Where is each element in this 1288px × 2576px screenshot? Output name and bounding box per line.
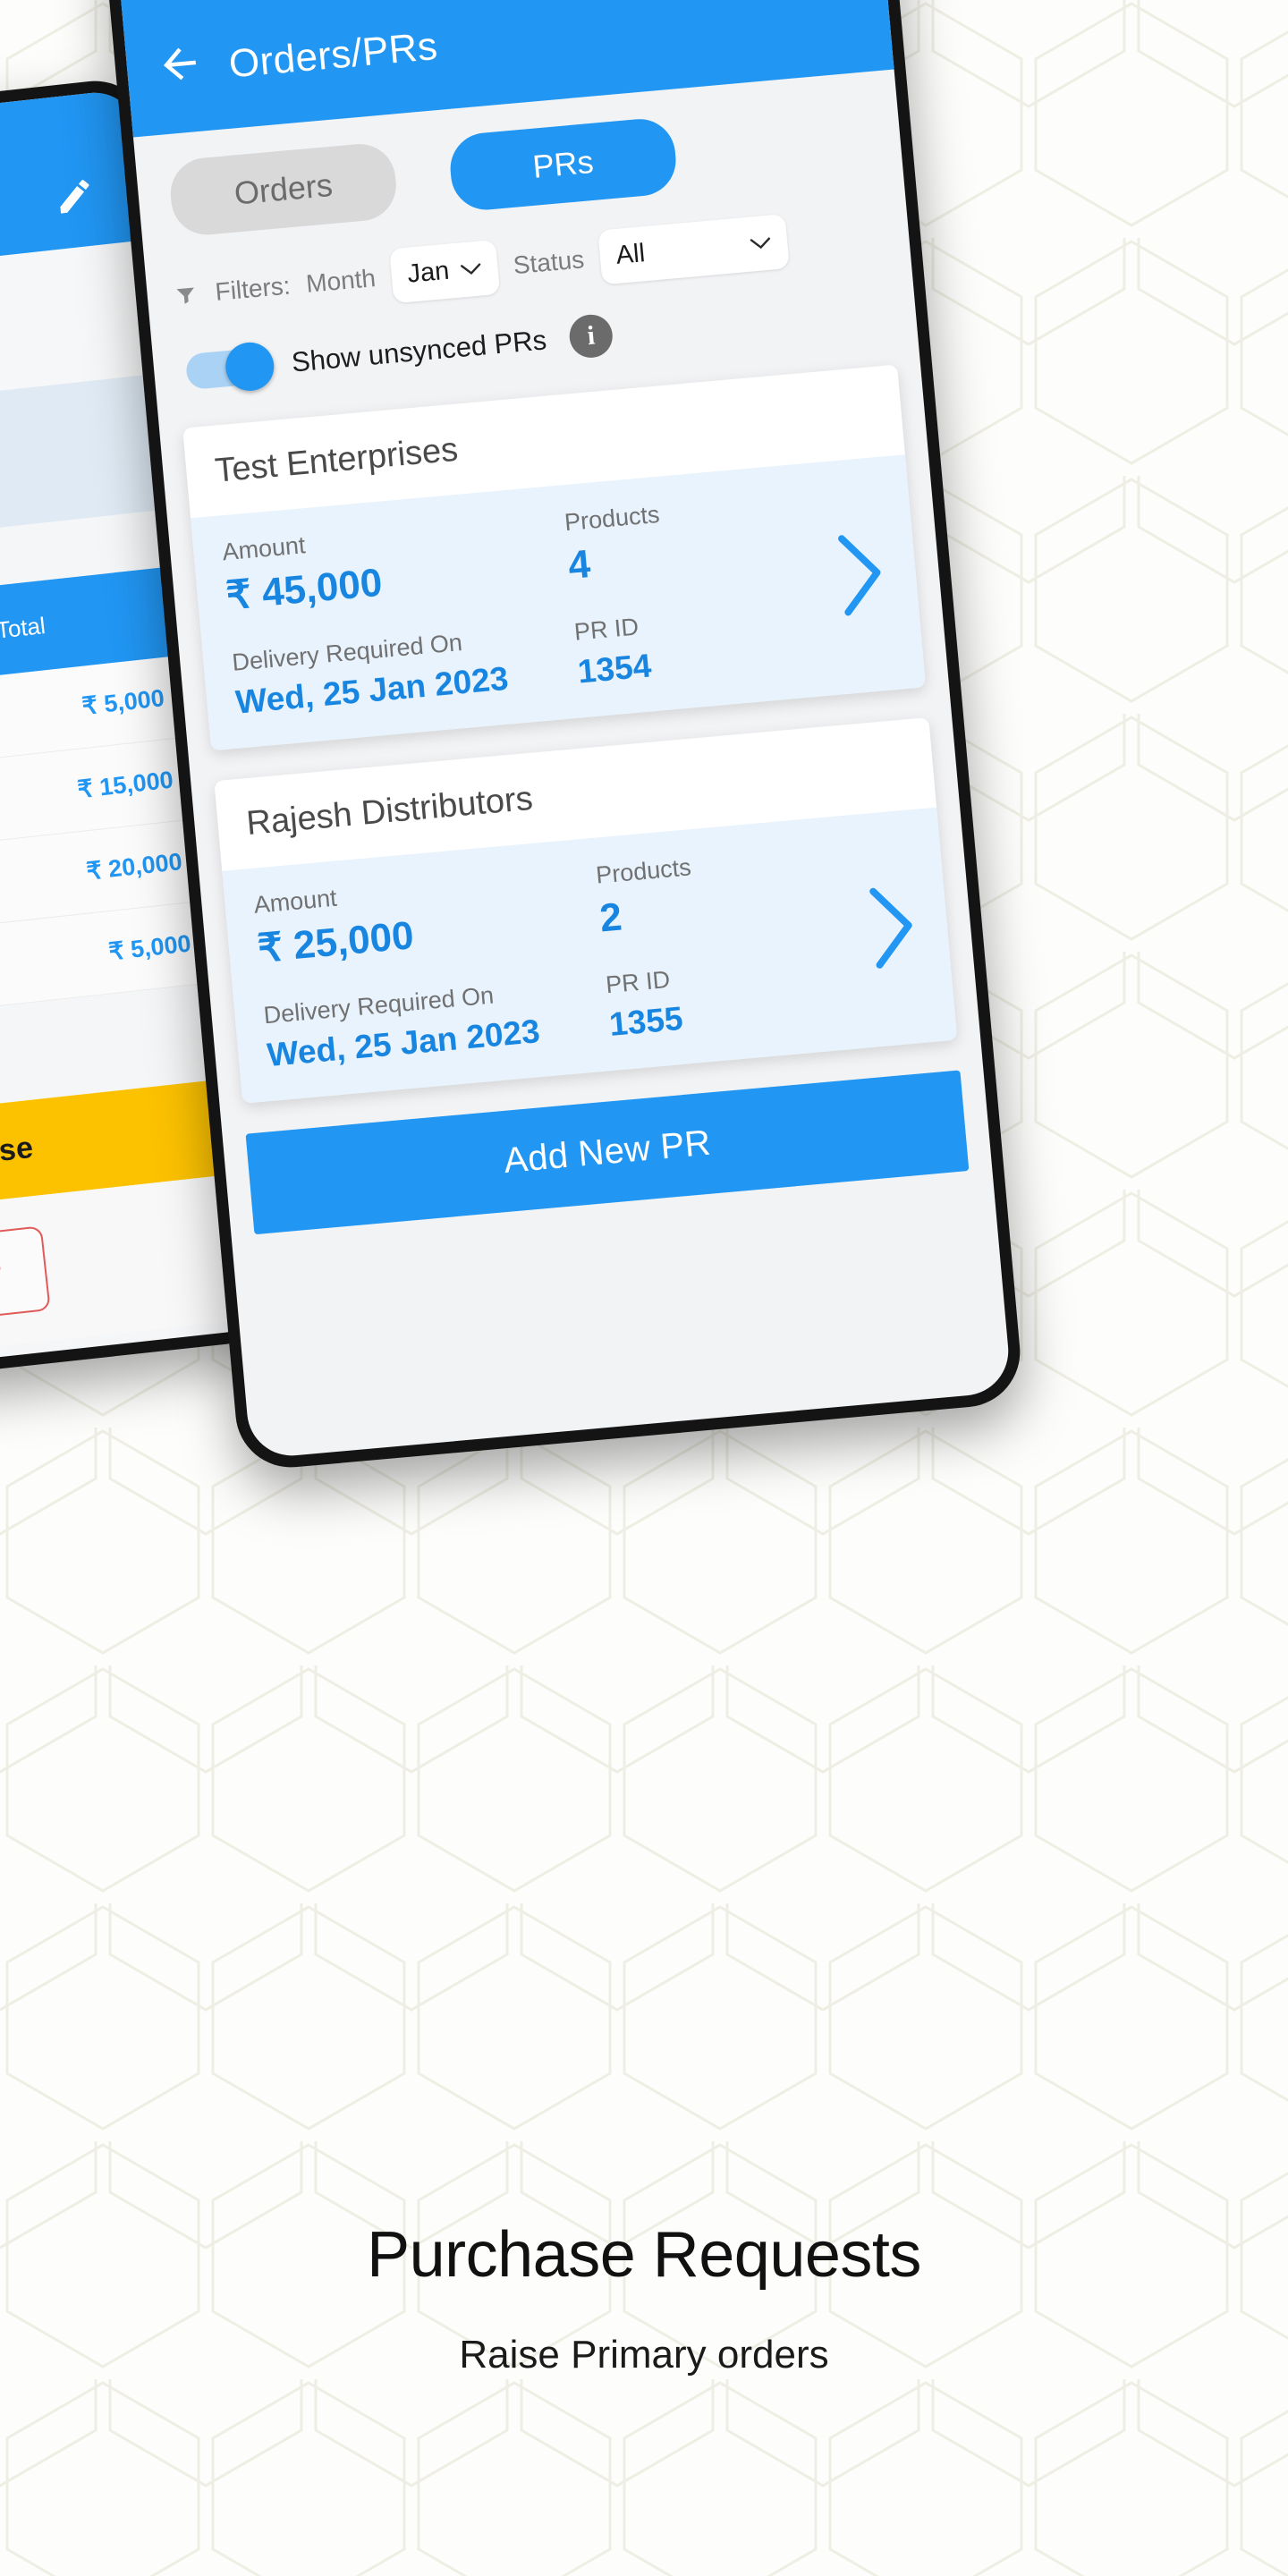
filters-label: Filters: xyxy=(214,271,292,306)
status-dropdown[interactable]: All xyxy=(597,214,790,285)
right-phone-screen: Orders/PRs Orders PRs Filters: Month Jan xyxy=(114,0,1013,1460)
pr-right-column: Products 2 PR ID 1355 xyxy=(595,839,860,1043)
status-label: Status xyxy=(512,244,586,279)
right-phone-mockup: Orders/PRs Orders PRs Filters: Month Jan xyxy=(102,0,1025,1472)
caption-subtitle: Raise Primary orders xyxy=(459,2333,829,2377)
chevron-right-icon[interactable] xyxy=(860,878,924,975)
chevron-down-icon xyxy=(750,236,770,249)
toggle-knob xyxy=(223,340,276,394)
info-icon[interactable]: i xyxy=(567,312,614,360)
delivery-block: Delivery Required On Wed, 25 Jan 2023 xyxy=(262,971,611,1074)
show-unsynced-label: Show unsynced PRs xyxy=(290,324,548,378)
pencil-icon[interactable] xyxy=(52,174,97,219)
caption-title: Purchase Requests xyxy=(367,2219,921,2291)
pr-right-column: Products 4 PR ID 1354 xyxy=(564,487,829,691)
page-title: Orders/PRs xyxy=(226,23,440,87)
add-new-pr-button[interactable]: Add New PR xyxy=(245,1070,970,1235)
pr-left-column: Amount ₹ 45,000 Delivery Required On Wed… xyxy=(221,508,580,721)
pr-card[interactable]: Test Enterprises Amount ₹ 45,000 Deliver… xyxy=(182,364,927,751)
pr-id-block: PR ID 1354 xyxy=(573,596,829,691)
filter-icon[interactable] xyxy=(174,282,199,307)
month-dropdown[interactable]: Jan xyxy=(389,239,500,304)
status-value: All xyxy=(614,239,647,270)
tab-orders[interactable]: Orders xyxy=(167,140,400,238)
tab-prs[interactable]: PRs xyxy=(447,115,679,213)
pr-id-block: PR ID 1355 xyxy=(605,949,860,1044)
pr-left-column: Amount ₹ 25,000 Delivery Required On Wed… xyxy=(252,861,611,1074)
screenshot-root: Products 4 Ordered Qty Total 1 xyxy=(0,0,1288,2576)
show-unsynced-toggle[interactable] xyxy=(184,340,276,394)
chevron-down-icon xyxy=(460,262,480,275)
month-label: Month xyxy=(304,263,377,298)
pr-card[interactable]: Rajesh Distributors Amount ₹ 25,000 Deli… xyxy=(214,716,958,1104)
caption-block: Purchase Requests Raise Primary orders xyxy=(0,2218,1288,2377)
chevron-right-icon[interactable] xyxy=(829,525,893,622)
cancel-order-button[interactable]: Cancel Order xyxy=(0,1225,51,1341)
arrow-left-icon[interactable] xyxy=(154,38,207,90)
delivery-block: Delivery Required On Wed, 25 Jan 2023 xyxy=(231,619,580,722)
month-value: Jan xyxy=(406,256,451,289)
